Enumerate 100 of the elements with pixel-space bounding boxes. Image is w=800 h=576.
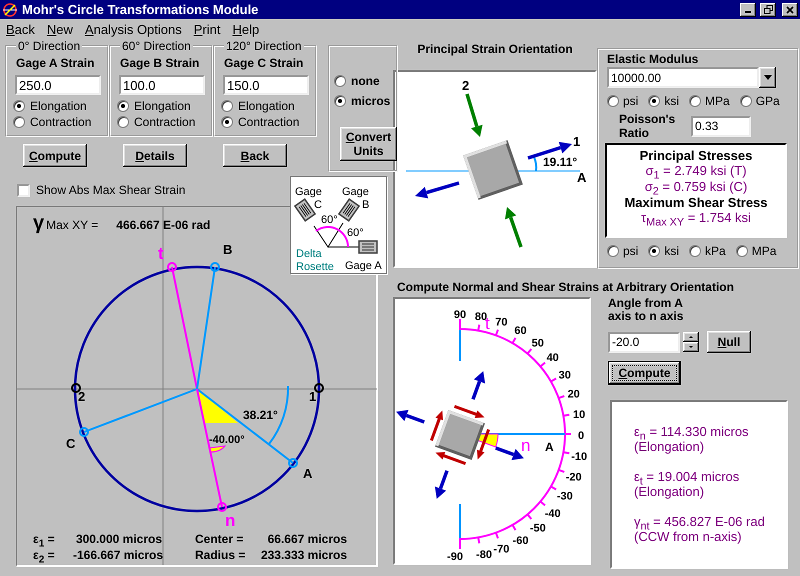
menu-item[interactable]: Help [226,22,266,36]
menu-item[interactable]: Print [188,22,226,36]
radio-button[interactable] [740,95,752,107]
dropdown-button[interactable] [759,67,776,88]
menu-item[interactable]: Analysis Options [78,22,188,36]
axis-label: A [577,170,586,185]
group-title: 120° Direction [225,39,303,53]
angle-label: -40.00° [209,434,245,446]
action-button[interactable]: Compute [23,144,87,167]
axis-label: 1 [573,134,580,149]
poisson-input[interactable]: 0.33 [691,116,751,136]
point-label: t [158,244,164,263]
value-label: Center = [195,531,244,547]
strain-input[interactable]: 150.0 [223,75,309,95]
value-label: Max XY = [46,218,98,232]
field-label: Gage A Strain [15,56,96,70]
radio-button[interactable] [689,245,702,257]
angle-input[interactable]: -20.0 [608,332,680,352]
strain-input[interactable]: 250.0 [15,75,101,95]
point-label: B [223,242,232,257]
radio-button[interactable] [648,95,660,107]
convert-units-button[interactable]: Convert Units [340,127,397,161]
point-label: 2 [78,389,86,404]
point-marker [167,262,177,272]
shear-arrow [435,452,466,466]
radio-button[interactable] [13,116,25,128]
field-label: Poisson's Ratio [619,112,676,140]
restore-icon [764,5,772,14]
field-label: Elastic Modulus [607,52,700,66]
radio-button[interactable] [689,95,702,107]
normal-arrow [396,410,425,424]
spin-down-button[interactable] [683,342,699,352]
modulus-dropdown[interactable]: 10000.00 [607,67,759,88]
rosette-title: Delta [296,248,322,260]
tick-label: -10 [571,451,588,463]
point-marker [314,383,324,393]
result-note: (Elongation) [634,439,706,454]
radio-button[interactable] [648,245,660,257]
radio-button[interactable] [221,100,233,112]
gage-label: Gage [295,186,322,198]
value-label: ε$_{1}$ = [33,531,56,547]
strain-input[interactable]: 100.0 [119,75,205,95]
angle-arc [315,226,349,248]
point-label: 1 [309,389,316,404]
radio-button[interactable] [607,95,619,107]
radio-label: none [351,74,380,88]
value-label: Radius = [195,547,246,563]
radio-label: Elongation [134,99,191,113]
minimize-icon [745,11,751,13]
result-text: τ$_{Max XY}$ = 1.754 ksi [640,210,752,226]
restore-button[interactable] [760,2,776,16]
radio-button[interactable] [736,245,748,257]
checkbox-label: Show Abs Max Shear Strain [36,183,186,197]
close-button[interactable] [782,2,798,16]
group-title: 60° Direction [121,39,192,53]
radio-label: Elongation [238,99,295,113]
radio-button[interactable] [221,116,233,128]
menu-item[interactable]: New [40,22,79,36]
rosette-title: Rosette [296,261,334,273]
radio-button[interactable] [334,75,346,87]
tick-label: 70 [495,316,508,328]
radio-label: Contraction [134,115,196,129]
gage-label: Gage [342,186,369,198]
strain-gage-icon [358,240,378,254]
tick-label: 60 [514,325,527,338]
action-button[interactable]: Back [223,144,287,167]
shear-axis-arrow [471,371,486,400]
tick-label: -40 [544,508,561,520]
radio-button[interactable] [13,100,25,112]
point-label: n [225,511,236,530]
result-text: γ$_{nt}$ = 456.827 E-06 rad [634,514,766,529]
axis-label: A [545,440,554,454]
spin-up-button[interactable] [683,332,699,342]
radio-label: psi [623,94,638,108]
menu-item[interactable]: Back [0,22,41,36]
radio-button[interactable] [117,116,129,128]
radio-button[interactable] [117,100,129,112]
point-marker [71,383,81,393]
null-button[interactable]: Null [707,331,751,353]
tick-label: 20 [568,388,580,401]
tick-label: 50 [532,337,544,350]
compute-button[interactable]: Compute [608,361,681,385]
radio-button[interactable] [607,245,619,257]
tick-label: -90 [447,551,463,563]
point-label: C [66,436,76,451]
radio-label: psi [623,244,638,258]
field-label: Gage C Strain [223,56,304,70]
radio-button[interactable] [334,95,346,107]
tick-label: -50 [530,522,546,535]
checkbox[interactable] [17,184,30,196]
down-arrow-icon [689,346,693,348]
tick-label: 30 [558,370,571,382]
value-text: -166.667 micros [73,547,162,563]
gamma-symbol: γ [33,212,44,235]
action-button[interactable]: Details [123,144,187,167]
gage-letter: B [362,199,370,211]
result-text: ε$_{t}$ = 19.004 micros [634,469,740,484]
tick-label: 40 [546,352,559,364]
minimize-button[interactable] [740,2,756,16]
field-label: Gage B Strain [119,56,200,70]
